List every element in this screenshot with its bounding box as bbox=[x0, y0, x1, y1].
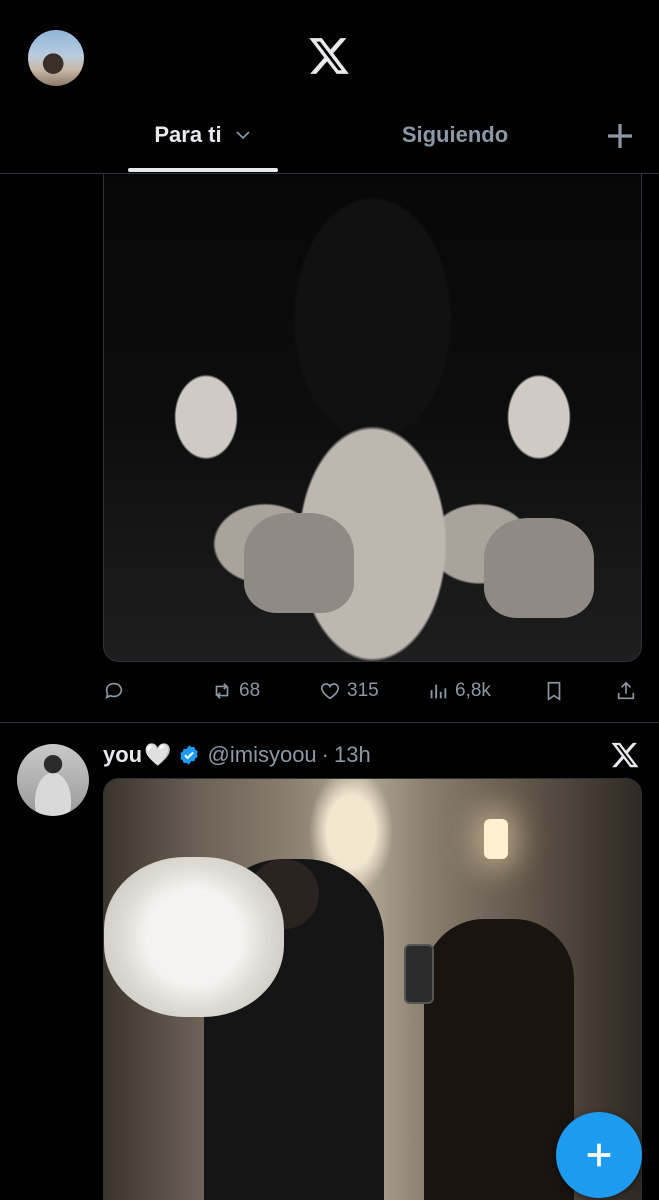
post-media-image[interactable] bbox=[103, 172, 642, 662]
tab-siguiendo[interactable]: Siguiendo bbox=[380, 104, 530, 166]
chevron-down-icon[interactable] bbox=[234, 126, 252, 144]
media-detail bbox=[404, 944, 434, 1004]
media-detail bbox=[424, 919, 574, 1200]
compose-plus-icon bbox=[587, 1143, 611, 1167]
meta-separator: · bbox=[321, 742, 329, 767]
media-detail bbox=[104, 857, 284, 1017]
post-actions: 68 315 6,8k bbox=[103, 676, 643, 706]
heart-icon bbox=[320, 683, 340, 700]
white-heart-emoji: 🤍 bbox=[144, 742, 172, 767]
views-icon bbox=[430, 684, 447, 699]
author-display-name[interactable]: you bbox=[103, 742, 142, 768]
views-count: 6,8k bbox=[455, 680, 491, 701]
active-tab-indicator bbox=[128, 168, 278, 172]
post-divider bbox=[0, 722, 659, 723]
repost-button[interactable]: 68 bbox=[211, 676, 260, 706]
media-detail bbox=[484, 819, 508, 859]
share-icon bbox=[617, 681, 635, 700]
top-header: Para ti Siguiendo bbox=[0, 0, 659, 174]
views-button[interactable]: 6,8k bbox=[427, 676, 491, 706]
share-button[interactable] bbox=[615, 676, 643, 706]
post-header: you 🤍 @imisyoou · 13h bbox=[103, 740, 371, 770]
like-button[interactable]: 315 bbox=[319, 676, 379, 706]
compose-button[interactable] bbox=[556, 1112, 642, 1198]
plus-icon[interactable] bbox=[604, 120, 636, 152]
tab-para-ti[interactable]: Para ti bbox=[128, 104, 278, 166]
verified-badge-icon bbox=[179, 745, 198, 765]
repost-count: 68 bbox=[239, 680, 261, 701]
tab-label: Siguiendo bbox=[401, 122, 509, 147]
x-logo-icon bbox=[309, 38, 349, 74]
reply-button[interactable] bbox=[103, 676, 131, 706]
media-detail bbox=[244, 513, 354, 613]
media-detail bbox=[484, 518, 594, 618]
like-count: 315 bbox=[347, 680, 379, 701]
post-timestamp[interactable]: 13h bbox=[334, 742, 371, 768]
bookmark-icon bbox=[547, 681, 561, 701]
author-avatar[interactable] bbox=[17, 744, 89, 816]
bookmark-button[interactable] bbox=[543, 676, 571, 706]
author-handle[interactable]: @imisyoou bbox=[208, 742, 317, 768]
profile-avatar[interactable] bbox=[28, 30, 84, 86]
x-logo-icon[interactable] bbox=[610, 740, 640, 770]
repost-icon bbox=[215, 683, 229, 699]
feed-tabs: Para ti Siguiendo bbox=[0, 104, 659, 174]
reply-icon bbox=[105, 682, 123, 699]
tab-label: Para ti bbox=[154, 122, 222, 147]
